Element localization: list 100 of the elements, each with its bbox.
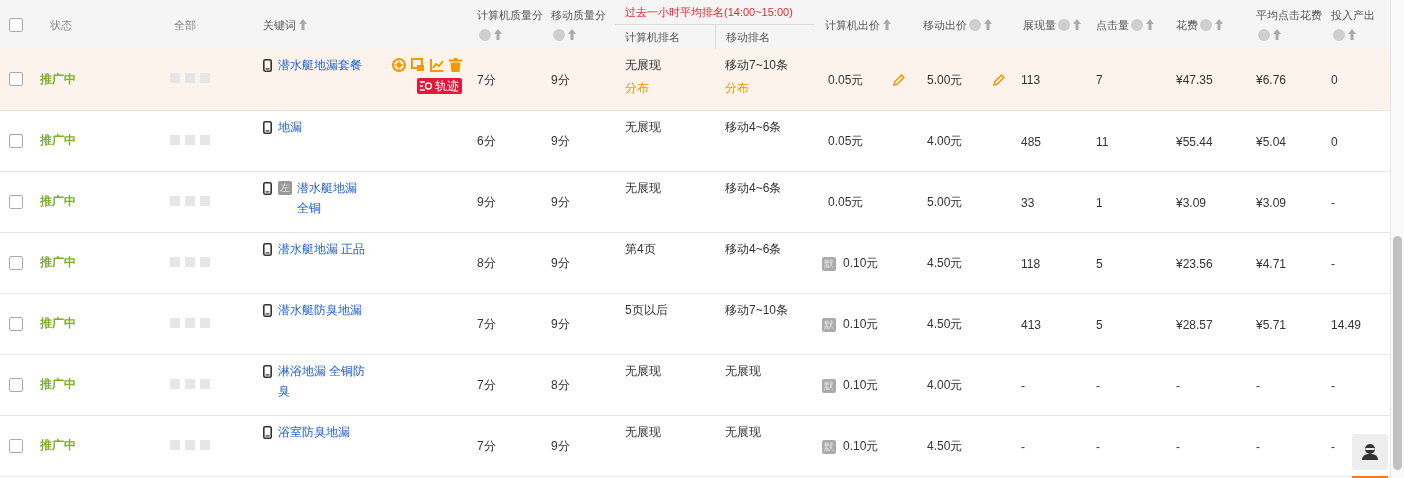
checkbox[interactable] bbox=[9, 17, 23, 32]
quality-score: 9分 bbox=[551, 195, 570, 209]
table-cell: - bbox=[1331, 195, 1335, 210]
column-header[interactable]: 关键词 bbox=[263, 18, 296, 31]
placeholder-square bbox=[170, 134, 180, 145]
keyword-link[interactable]: 浴室防臭地漏 bbox=[278, 421, 367, 442]
keyword-link[interactable]: 潜水艇防臭地漏 bbox=[278, 299, 367, 320]
screen-icon[interactable] bbox=[411, 58, 425, 72]
sort-arrow-icon[interactable] bbox=[1073, 18, 1081, 30]
keyword-link[interactable]: 地漏 bbox=[278, 116, 367, 137]
sort-arrow-icon[interactable] bbox=[299, 18, 307, 30]
rank-text: 无展现 bbox=[625, 362, 662, 380]
track-button[interactable]: 轨迹 bbox=[417, 78, 462, 94]
placeholder-square bbox=[170, 256, 180, 267]
sort-arrow-icon[interactable] bbox=[984, 18, 992, 30]
support-button[interactable] bbox=[1352, 434, 1388, 470]
help-icon[interactable] bbox=[969, 18, 981, 31]
sort-arrow-icon[interactable] bbox=[568, 28, 576, 40]
placeholder-square bbox=[170, 439, 180, 450]
table-cell: 14.49 bbox=[1331, 317, 1362, 332]
help-icon[interactable] bbox=[553, 28, 565, 41]
column-header: 状态 bbox=[50, 18, 72, 31]
pencil-icon[interactable] bbox=[893, 74, 905, 87]
quality-score: 8分 bbox=[551, 378, 570, 392]
keyword-link[interactable]: 淋浴地漏 全铜防臭 bbox=[278, 360, 367, 401]
help-icon[interactable] bbox=[1131, 18, 1143, 31]
status-text: 推广中 bbox=[40, 255, 76, 269]
quality-score: 7分 bbox=[477, 439, 496, 453]
bid-value: 4.00元 bbox=[927, 133, 963, 150]
table-cell: ¥28.57 bbox=[1176, 317, 1213, 332]
sort-arrow-icon[interactable] bbox=[1146, 18, 1154, 30]
status-text: 推广中 bbox=[40, 133, 76, 147]
keyword-link[interactable]: 潜水艇地漏套餐 bbox=[278, 55, 367, 75]
table-cell: ¥47.35 bbox=[1176, 73, 1213, 88]
placeholder-square bbox=[185, 256, 195, 267]
table-cell: - bbox=[1176, 439, 1180, 454]
chart-icon[interactable] bbox=[430, 58, 444, 72]
quality-score: 7分 bbox=[477, 378, 496, 392]
track-icon bbox=[420, 81, 432, 91]
checkbox[interactable] bbox=[9, 133, 23, 148]
placeholder-square bbox=[200, 134, 210, 145]
table-cell: - bbox=[1021, 378, 1025, 393]
table-cell: 0 bbox=[1331, 73, 1338, 88]
bid-value: 5.00元 bbox=[927, 71, 963, 89]
keyword-link[interactable]: 潜水艇地漏 正品 bbox=[278, 238, 367, 259]
table-cell: 0 bbox=[1331, 134, 1338, 149]
column-header: 移动排名 bbox=[725, 30, 770, 43]
help-icon[interactable] bbox=[479, 28, 491, 41]
placeholder-square bbox=[200, 378, 210, 389]
table-cell: ¥23.56 bbox=[1176, 256, 1213, 271]
status-text: 推广中 bbox=[40, 438, 76, 452]
table-cell: - bbox=[1331, 378, 1335, 393]
checkbox[interactable] bbox=[9, 194, 23, 209]
help-icon[interactable] bbox=[1058, 18, 1070, 31]
status-text: 推广中 bbox=[40, 316, 76, 330]
table-cell: ¥4.71 bbox=[1256, 256, 1287, 271]
target-icon[interactable] bbox=[392, 58, 406, 72]
sort-arrow-icon[interactable] bbox=[494, 28, 502, 40]
placeholder-square bbox=[185, 134, 195, 145]
scrollbar-thumb[interactable] bbox=[1393, 236, 1402, 470]
checkbox[interactable] bbox=[9, 72, 23, 87]
column-header[interactable]: 花费 bbox=[1176, 18, 1198, 31]
rank-text: 无展现 bbox=[625, 423, 662, 441]
column-header: 计算机排名 bbox=[625, 30, 680, 43]
column-header[interactable]: 计算机出价 bbox=[825, 18, 880, 31]
table-cell: 485 bbox=[1021, 134, 1042, 149]
quality-score: 6分 bbox=[477, 134, 496, 148]
table-cell: - bbox=[1096, 378, 1100, 393]
sort-arrow-icon[interactable] bbox=[1273, 28, 1281, 40]
column-header[interactable]: 展现量 bbox=[1023, 18, 1056, 31]
bid-value: 0.05元 bbox=[828, 71, 864, 89]
sort-arrow-icon[interactable] bbox=[883, 18, 891, 30]
rank-text: 移动7~10条 bbox=[725, 301, 790, 319]
rank-text: 移动7~10条 bbox=[725, 57, 790, 74]
help-icon[interactable] bbox=[1200, 18, 1212, 31]
pencil-icon[interactable] bbox=[993, 74, 1005, 87]
keyword-badge: 左 bbox=[278, 180, 292, 195]
column-header[interactable]: 点击量 bbox=[1096, 18, 1129, 31]
table-cell: 11 bbox=[1096, 134, 1109, 149]
rank-text: 第4页 bbox=[625, 240, 657, 258]
column-header[interactable]: 移动出价 bbox=[923, 18, 967, 31]
checkbox[interactable] bbox=[9, 377, 23, 392]
bid-value: 4.50元 bbox=[927, 438, 963, 455]
checkbox[interactable] bbox=[9, 438, 23, 453]
trash-icon[interactable] bbox=[449, 58, 462, 72]
scrollbar[interactable] bbox=[1390, 0, 1404, 478]
sort-arrow-icon[interactable] bbox=[1215, 18, 1223, 30]
checkbox[interactable] bbox=[9, 316, 23, 331]
column-header[interactable]: 投入产出 bbox=[1331, 8, 1375, 21]
help-icon[interactable] bbox=[1333, 28, 1345, 41]
rank-text: 无展现 bbox=[725, 423, 762, 441]
sort-arrow-icon[interactable] bbox=[1348, 28, 1356, 40]
placeholder-square bbox=[185, 378, 195, 389]
keyword-link[interactable]: 潜水艇地漏全铜 bbox=[297, 177, 367, 218]
quality-score: 9分 bbox=[551, 317, 570, 331]
table-cell: ¥3.09 bbox=[1256, 195, 1287, 210]
checkbox[interactable] bbox=[9, 255, 23, 270]
bid-value: 4.00元 bbox=[927, 377, 963, 394]
help-icon[interactable] bbox=[1258, 28, 1270, 41]
quality-score: 7分 bbox=[477, 317, 496, 331]
